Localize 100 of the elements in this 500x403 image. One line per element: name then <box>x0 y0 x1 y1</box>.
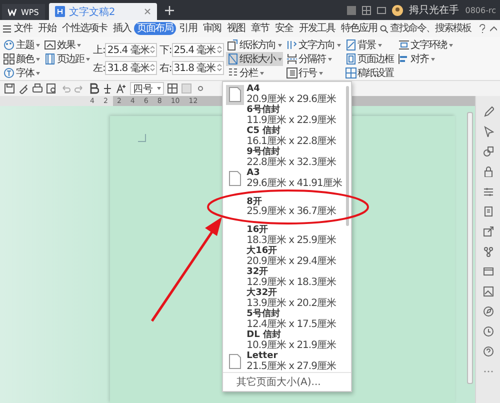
font-size-icon[interactable] <box>116 83 127 94</box>
paper-size-item[interactable]: 大16开 20.9厘米 x 29.4厘米 <box>222 246 351 267</box>
paper-size-item[interactable]: A3 29.6厘米 x 41.91厘米 <box>222 168 351 189</box>
paper-size-item[interactable]: 32开 12.9厘米 x 18.3厘米 <box>222 267 351 288</box>
sliders-icon[interactable] <box>482 186 494 197</box>
paper-size-item[interactable]: 大32开 13.9厘米 x 20.2厘米 <box>222 288 351 309</box>
document-icon[interactable] <box>482 206 494 217</box>
paper-dimensions: 12.4厘米 x 17.5厘米 <box>246 320 336 330</box>
margin-field[interactable]: 25.4 毫米 <box>105 42 158 56</box>
document-icon <box>54 6 65 17</box>
history-icon[interactable] <box>482 326 494 337</box>
page-icon <box>44 53 56 65</box>
menu-tab[interactable]: 审阅 <box>200 22 224 35</box>
save-icon[interactable] <box>4 83 15 94</box>
network-icon[interactable] <box>482 246 494 257</box>
menu-tab[interactable]: 引用 <box>176 22 200 35</box>
ribbon-button[interactable]: 纸张大小 <box>226 52 283 66</box>
window-icon[interactable] <box>377 6 386 14</box>
paper-size-item[interactable]: 5号信封 12.4厘米 x 17.5厘米 <box>222 309 351 330</box>
ribbon-button[interactable]: 颜色 <box>2 52 41 66</box>
spinner-icon[interactable] <box>150 45 156 54</box>
paper-dimensions: 29.6厘米 x 41.91厘米 <box>246 178 342 189</box>
file-menu[interactable]: 文件 <box>10 22 35 35</box>
paper-name: 16开 <box>246 225 270 235</box>
ribbon-button[interactable]: 主题 <box>2 38 41 52</box>
help-icon[interactable] <box>478 24 485 33</box>
paper-dimensions: 25.9厘米 x 36.7厘米 <box>246 207 336 218</box>
paper-size-item[interactable]: 6号信封 11.9厘米 x 22.9厘米 <box>222 105 351 126</box>
spinner-icon[interactable] <box>150 63 156 72</box>
numbered-lines-icon <box>286 67 298 79</box>
ribbon-button[interactable]: 背景 <box>344 38 383 52</box>
paper-size-item[interactable]: Letter 21.5厘米 x 27.9厘米 <box>222 351 351 372</box>
paper-size-item[interactable]: A4 20.9厘米 x 29.6厘米 <box>222 84 351 105</box>
image-icon[interactable] <box>482 286 494 297</box>
ribbon-button[interactable]: 效果 <box>43 38 91 52</box>
paper-name: 5号信封 <box>246 309 280 319</box>
scrollbar[interactable] <box>467 112 473 384</box>
user-name[interactable]: 拇只光在手 <box>409 3 460 17</box>
paper-size-item[interactable]: C5 信封 16.1厘米 x 22.8厘米 <box>222 126 351 147</box>
ribbon-button[interactable]: 分隔符 <box>284 52 333 66</box>
table-icon[interactable] <box>167 83 178 94</box>
app-tab[interactable]: WPS <box>2 4 45 20</box>
bold-icon[interactable] <box>88 83 99 94</box>
paper-name: 9号信封 <box>246 147 280 157</box>
spinner-icon[interactable] <box>216 63 222 72</box>
menu-tab[interactable]: 安全 <box>272 22 296 35</box>
menu-tab[interactable]: 章节 <box>248 22 272 35</box>
ribbon-button[interactable]: 对齐 <box>396 52 436 66</box>
share-icon[interactable] <box>482 226 494 237</box>
help-icon[interactable] <box>482 346 494 357</box>
ribbon-button[interactable]: 页面边框 <box>344 52 395 66</box>
avatar-icon[interactable] <box>392 4 404 16</box>
compass-icon[interactable] <box>482 306 494 317</box>
pointer-icon[interactable] <box>482 126 494 137</box>
corner-mark-icon <box>138 134 146 142</box>
ribbon-button[interactable]: 字体 <box>2 66 41 80</box>
margin-field[interactable]: 31.8 毫米 <box>105 60 158 74</box>
ribbon-button[interactable]: 行号 <box>284 66 324 80</box>
ribbon-button[interactable]: 文字环绕 <box>396 38 454 52</box>
menu-tab[interactable]: 视图 <box>224 22 248 35</box>
account-label[interactable]: 0806-rc <box>465 6 496 14</box>
scrollbar[interactable] <box>346 86 349 226</box>
collapse-icon[interactable] <box>490 26 497 32</box>
spinner-icon[interactable] <box>216 45 222 54</box>
page-border-icon <box>344 53 357 65</box>
search-field[interactable]: 查找命令、搜索模板 <box>380 23 474 34</box>
font-size-field[interactable]: 四号 <box>130 82 164 95</box>
menu-icon[interactable] <box>3 24 11 32</box>
paper-size-item[interactable]: 9号信封 22.8厘米 x 32.3厘米 <box>222 147 351 168</box>
margin-field[interactable]: 25.4 毫米 <box>172 42 224 56</box>
lock-icon[interactable] <box>482 166 494 177</box>
ribbon-button[interactable]: 纸张方向 <box>226 38 283 52</box>
paper-dimensions: 13.9厘米 x 20.2厘米 <box>246 298 336 308</box>
brush-icon[interactable] <box>18 83 29 94</box>
ribbon-button[interactable]: 稿纸设置 <box>344 66 395 80</box>
paper-name: 6号信封 <box>246 105 280 115</box>
menu-tab[interactable]: 开发工具 <box>296 22 338 35</box>
margin-field[interactable]: 31.8 毫米 <box>172 60 224 74</box>
paper-size-item[interactable]: DL 信封 10.9厘米 x 21.9厘米 <box>222 330 351 351</box>
paper-size-item[interactable]: 16开 18.3厘米 x 25.9厘米 <box>222 225 351 246</box>
shapes-icon[interactable] <box>482 146 494 157</box>
preview-icon[interactable] <box>46 83 57 94</box>
strikethrough-icon[interactable] <box>102 83 113 94</box>
menu-tab[interactable]: 开始 <box>34 22 59 35</box>
close-icon[interactable] <box>144 8 151 15</box>
menu-tab[interactable]: 个性选项卡 <box>58 22 110 35</box>
more-sizes-item[interactable]: 其它页面大小(A)... <box>222 372 351 391</box>
document-tab[interactable]: 文字文稿2 <box>48 3 157 20</box>
margin-label: 下: <box>159 44 172 56</box>
menu-tab[interactable]: 插入 <box>110 22 134 35</box>
window-icon[interactable] <box>482 266 494 277</box>
ribbon-button[interactable]: 分栏 <box>226 66 265 80</box>
ribbon-button[interactable]: 文字方向 <box>284 38 342 52</box>
menu-tab[interactable]: 页面布局 <box>134 22 176 35</box>
menu-tab[interactable]: 特色应用 <box>338 22 380 35</box>
pencil-icon[interactable] <box>482 106 494 117</box>
new-tab-icon[interactable] <box>164 6 174 14</box>
grid-icon[interactable] <box>362 6 372 14</box>
ribbon-button[interactable]: 页边距 <box>43 52 91 66</box>
print-icon[interactable] <box>32 83 43 94</box>
